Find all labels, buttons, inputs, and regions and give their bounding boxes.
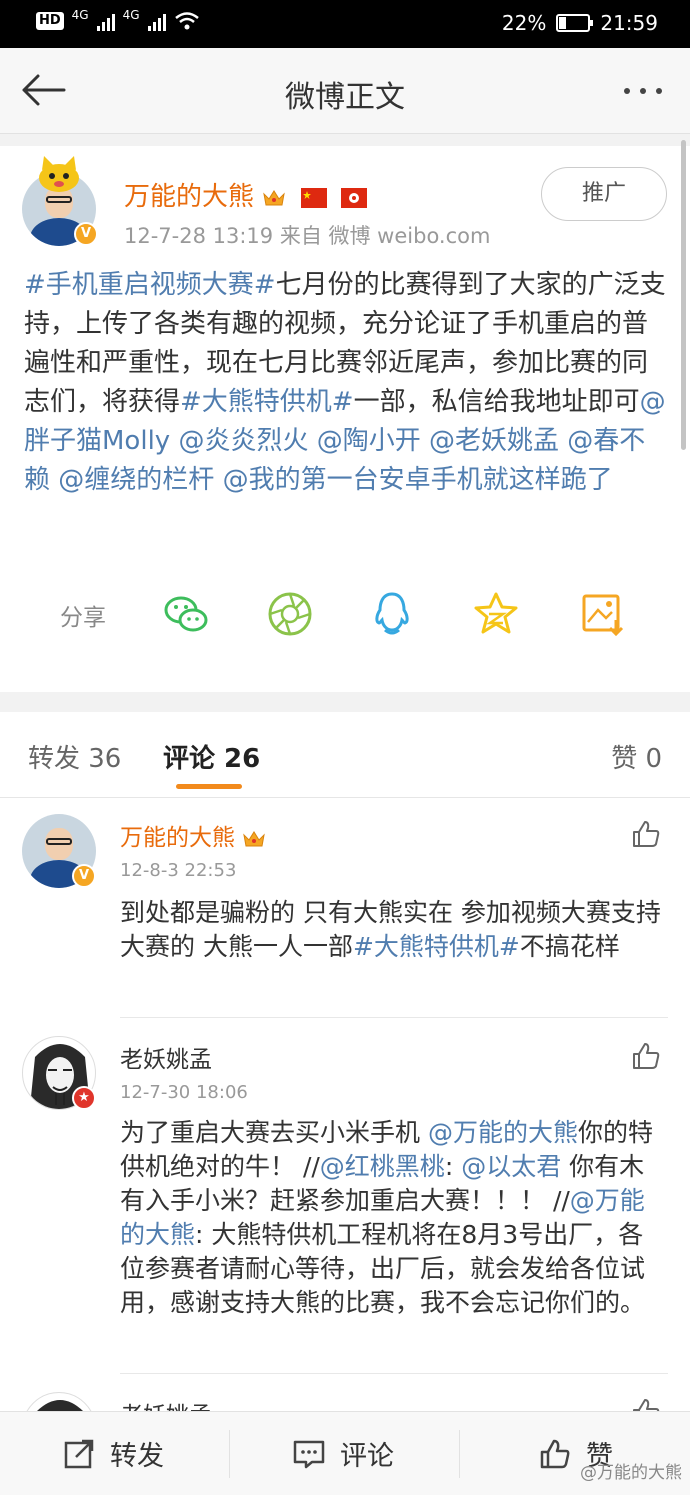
verified-badge-icon: V	[74, 222, 98, 246]
text-segment: 为了重启大赛去买小米手机	[120, 1118, 428, 1147]
text-segment: :	[444, 1152, 462, 1181]
repost-button[interactable]: 转发	[62, 1434, 164, 1473]
comment-author[interactable]: 老妖姚孟	[120, 1396, 212, 1411]
like-icon[interactable]	[630, 818, 662, 850]
hd-voice-icon: HD	[36, 12, 64, 30]
like-icon[interactable]	[630, 1396, 662, 1411]
comment-time: 12-7-30 18:06	[120, 1082, 248, 1103]
like-icon[interactable]	[630, 1040, 662, 1072]
text-link[interactable]: #大熊特供机#	[180, 387, 354, 417]
text-link[interactable]: @缠绕的栏杆	[58, 465, 214, 495]
comment-item: ★ 老妖姚孟 12-7-30 18:06 为了重启大赛去买小米手机 @万能的大熊…	[0, 1018, 690, 1374]
qzone-icon[interactable]	[472, 590, 520, 638]
app-header: 微博正文	[0, 48, 690, 134]
signal-icon	[96, 11, 115, 31]
tab-repost[interactable]: 转发 36	[28, 738, 121, 775]
text-link[interactable]: @陶小开	[317, 426, 421, 456]
more-icon[interactable]	[624, 78, 670, 104]
comment-button[interactable]: 评论	[292, 1434, 394, 1473]
text-link[interactable]: @我的第一台安卓手机就这样跪了	[223, 465, 613, 495]
tab-comment[interactable]: 评论 26	[163, 738, 260, 775]
text-segment: 一部，私信给我地址即可	[353, 387, 640, 417]
repost-label: 转发	[110, 1441, 164, 1472]
china-flag-icon	[300, 187, 327, 208]
tab-like[interactable]: 赞 0	[611, 738, 662, 775]
wifi-icon	[174, 12, 199, 30]
share-row: 分享	[0, 586, 690, 642]
active-tab-indicator	[176, 784, 242, 789]
like-icon	[540, 1439, 570, 1468]
text-link[interactable]: @老妖姚孟	[429, 426, 559, 456]
text-link[interactable]: @红桃黑桃	[320, 1152, 445, 1181]
watermark: @万能的大熊	[580, 1463, 682, 1483]
divider	[0, 134, 690, 146]
text-link[interactable]: #手机重启视频大赛#	[24, 270, 276, 300]
text-segment	[214, 465, 222, 495]
moments-icon[interactable]	[266, 590, 314, 638]
text-link[interactable]: @万能的大熊	[428, 1118, 578, 1147]
comment-author[interactable]: 万能的大熊	[120, 825, 235, 851]
battery-percent: 22%	[501, 11, 547, 35]
text-segment: : 大熊特供机工程机将在8月3号出厂，各位参赛者请耐心等待，出厂后，就会发给各位…	[120, 1220, 646, 1317]
author-name-row: 万能的大熊	[124, 176, 367, 213]
wechat-icon[interactable]	[162, 590, 210, 638]
qq-icon[interactable]	[368, 590, 416, 638]
comment-author-row: 万能的大熊	[120, 818, 266, 852]
repost-icon	[64, 1439, 94, 1468]
save-image-icon[interactable]	[578, 590, 626, 638]
text-segment: 不搞花样	[519, 932, 620, 961]
verified-badge-icon: ★	[72, 1086, 96, 1110]
comment-text: 为了重启大赛去买小米手机 @万能的大熊你的特供机绝对的牛！ //@红桃黑桃: @…	[120, 1116, 668, 1320]
author-name[interactable]: 万能的大熊	[124, 182, 254, 212]
battery-icon	[556, 14, 594, 32]
clock: 21:59	[600, 11, 658, 35]
post-meta: 12-7-28 13:19 来自 微博 weibo.com	[124, 224, 491, 248]
avatar[interactable]	[22, 1392, 96, 1411]
avatar-pendant-cat-icon	[39, 156, 79, 192]
verified-badge-icon: V	[72, 864, 96, 888]
comment-label: 评论	[340, 1441, 394, 1472]
signal-icon	[147, 11, 166, 31]
comment-time: 12-8-3 22:53	[120, 860, 237, 881]
text-segment	[308, 426, 316, 456]
promote-button[interactable]: 推广	[541, 167, 667, 221]
text-link[interactable]: @炎炎烈火	[178, 426, 308, 456]
hongkong-flag-icon	[340, 187, 367, 208]
text-segment	[421, 426, 429, 456]
text-link[interactable]: @以太君	[461, 1152, 561, 1181]
divider	[0, 692, 690, 712]
comment-icon	[293, 1440, 325, 1468]
page-title: 微博正文	[285, 80, 405, 115]
scrollbar[interactable]	[681, 140, 686, 450]
comment-item: V 万能的大熊 12-8-3 22:53 到处都是骗粉的 只有大熊实在 参加视频…	[0, 798, 690, 1018]
divider	[459, 1430, 460, 1478]
crown-icon	[263, 189, 286, 205]
tab-bar: 转发 36 评论 26 赞 0	[0, 712, 690, 798]
text-link[interactable]: #大熊特供机#	[353, 932, 520, 961]
comment-text: 到处都是骗粉的 只有大熊实在 参加视频大赛支持大赛的 大熊一人一部#大熊特供机#…	[120, 896, 668, 964]
comment-item: 老妖姚孟	[0, 1374, 690, 1411]
status-bar: HD 4G 4G 22% 21:59	[0, 0, 690, 48]
share-label: 分享	[60, 605, 106, 631]
post-text: #手机重启视频大赛#七月份的比赛得到了大家的广泛支持，上传了各类有趣的视频，充分…	[24, 266, 668, 500]
divider	[229, 1430, 230, 1478]
comment-author[interactable]: 老妖姚孟	[120, 1040, 212, 1074]
crown-icon	[243, 830, 266, 846]
